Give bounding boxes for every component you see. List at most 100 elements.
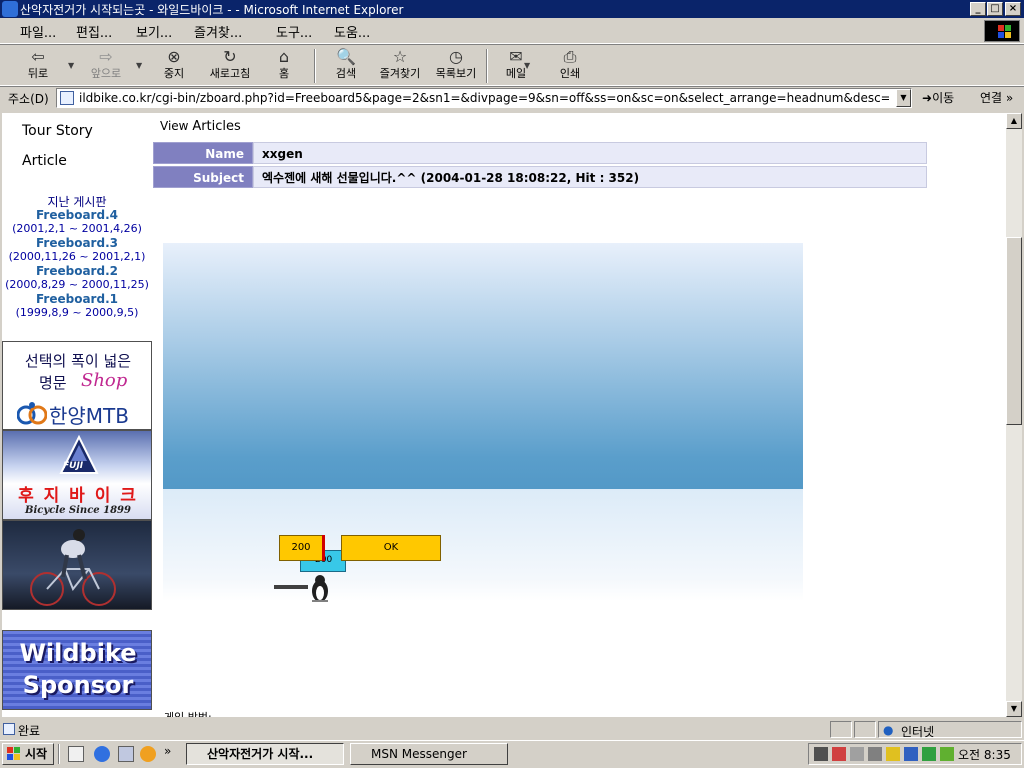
task-msn-messenger[interactable]: MSN Messenger [350,743,508,765]
maximize-button[interactable]: □ [987,2,1003,16]
back-dropdown-icon[interactable]: ▼ [68,61,74,70]
ie-icon [2,1,18,17]
scroll-up-button[interactable]: ▲ [1006,113,1022,129]
ie-quicklaunch-icon[interactable] [94,746,110,762]
mail-button[interactable]: ✉ 메일 [488,47,544,85]
address-label: 주소(D) [8,92,49,106]
taskbar-separator [58,744,60,764]
game-ok-button[interactable]: OK [341,535,441,561]
forward-dropdown-icon[interactable]: ▼ [136,61,142,70]
print-button[interactable]: ⎙ 인쇄 [542,47,598,85]
page-done-icon [3,723,15,735]
tray-app-icon[interactable] [850,747,864,761]
home-button[interactable]: ⌂ 홈 [256,47,312,85]
go-label: 이동 [932,91,955,105]
page-icon [60,91,74,105]
past-board-link[interactable]: Freeboard.1 [2,292,152,306]
menu-file[interactable]: 파일... [20,22,56,41]
menu-favorites[interactable]: 즐겨찾... [194,22,242,41]
sidebar-link-article[interactable]: Article [22,153,67,169]
favorites-icon: ☆ [392,47,408,66]
go-button[interactable]: ➜이동 [922,89,954,106]
toolbar: ⇦ 뒤로 ▼ ⇨ 앞으로 ▼ ⊗ 중지 ↻ 새로고침 ⌂ 홈 🔍 검색 ☆ 즐겨찾기 ◷ 목록보… [0,44,1024,86]
banner-brand-text: 한양MTB [49,404,129,428]
print-icon: ⎙ [563,47,577,66]
task-internet-explorer[interactable]: 산악자전거가 시작... [186,743,344,765]
banner-text: 선택의 폭이 넓은 [24,352,132,370]
clock: 오전 8:35 [958,748,1011,762]
forward-button[interactable]: ⇨ 앞으로 [78,47,134,85]
status-text: 완료 [18,724,41,738]
back-button[interactable]: ⇦ 뒤로 [10,47,66,85]
status-panel [854,721,876,738]
mail-dropdown-icon[interactable]: ▼ [524,61,530,70]
back-arrow-icon: ⇦ [31,47,45,66]
start-label: 시작 [25,747,48,761]
cyclist-photo-banner[interactable] [2,520,152,610]
refresh-icon: ↻ [223,47,237,66]
menu-help[interactable]: 도움... [334,22,370,41]
tray-volume-icon[interactable] [868,747,882,761]
address-input[interactable]: ildbike.co.kr/cgi-bin/zboard.php?id=Free… [56,88,912,108]
game-instructions-label: 게임 방법: [164,709,212,717]
past-board-range: (2000,11,26 ~ 2001,2,1) [8,250,146,263]
view-articles-title: View Articles [160,119,241,134]
past-board-range: (1999,8,9 ~ 2000,9,5) [15,306,139,319]
hanyang-mtb-banner[interactable]: 선택의 폭이 넓은 명문 Shop 한양MTB [2,341,152,430]
tray-network-icon[interactable] [814,747,828,761]
start-button[interactable]: 시작 [2,743,54,765]
banner-text: 명문 [39,374,67,392]
menu-view[interactable]: 보기... [136,22,172,41]
tray-app-icon[interactable] [886,747,900,761]
outlook-quicklaunch-icon[interactable] [118,746,134,762]
game-score-button[interactable]: 200 [279,535,323,561]
author-name: xxgen [253,142,927,164]
media-quicklaunch-icon[interactable] [140,746,156,762]
fuji-bike-banner[interactable]: FUJI 후 지 바 이 크 Bicycle Since 1899 [2,430,152,520]
tray-msn-icon[interactable] [922,747,936,761]
menu-bar: 파일... 편집... 보기... 즐겨찾... 도구... 도움... [0,18,1024,44]
past-board-link[interactable]: Freeboard.2 [2,264,152,278]
address-url[interactable]: ildbike.co.kr/cgi-bin/zboard.php?id=Free… [79,91,889,105]
game-ground [163,489,803,601]
show-desktop-icon[interactable] [68,746,84,762]
wildbike-sponsor-banner[interactable]: Wildbike Sponsor [2,630,152,710]
mail-icon: ✉ [509,47,523,66]
search-button[interactable]: 🔍 검색 [318,47,374,85]
page-content: Tour Story Article 지난 게시판 Freeboard.4 (2… [2,113,1006,717]
toolbar-separator [314,49,316,83]
status-panel [830,721,852,738]
favorites-button[interactable]: ☆ 즐겨찾기 [372,47,428,85]
tray-app-icon[interactable] [904,747,918,761]
quicklaunch-more-icon[interactable]: » [164,744,171,758]
close-button[interactable]: × [1005,2,1021,16]
links-button[interactable]: 연결 » [980,89,1013,106]
history-button[interactable]: ◷ 목록보기 [428,47,484,85]
scroll-down-button[interactable]: ▼ [1006,701,1022,717]
menu-tools[interactable]: 도구... [276,22,312,41]
tray-app-icon[interactable] [832,747,846,761]
name-label: Name [153,142,253,164]
scroll-thumb[interactable] [1006,237,1022,425]
sidebar-link-tour-story[interactable]: Tour Story [22,123,93,139]
history-icon: ◷ [449,47,463,66]
sponsor-text: Wildbike [19,639,137,667]
refresh-button[interactable]: ↻ 새로고침 [202,47,258,85]
subject-label: Subject [153,166,253,188]
past-board-link[interactable]: Freeboard.4 [2,208,152,222]
windows-flag-icon [7,747,21,761]
menu-edit[interactable]: 편집... [76,22,112,41]
security-zone-panel: ● 인터넷 [878,721,1022,739]
tray-app-icon[interactable] [940,747,954,761]
stop-button[interactable]: ⊗ 중지 [146,47,202,85]
fuji-name-text: 후 지 바 이 크 [18,486,138,506]
game-marker [322,535,325,561]
past-board-link[interactable]: Freeboard.3 [2,236,152,250]
forward-arrow-icon: ⇨ [99,47,113,66]
address-dropdown-button[interactable]: ▼ [896,89,911,107]
vertical-scrollbar[interactable]: ▲ ▼ [1006,113,1022,717]
title-bar[interactable]: 산악자전거가 시작되는곳 - 와일드바이크 - - Microsoft Inte… [0,0,1024,18]
go-arrow-icon: ➜ [922,91,933,105]
minimize-button[interactable]: _ [970,2,986,16]
windows-logo-icon [984,20,1020,42]
